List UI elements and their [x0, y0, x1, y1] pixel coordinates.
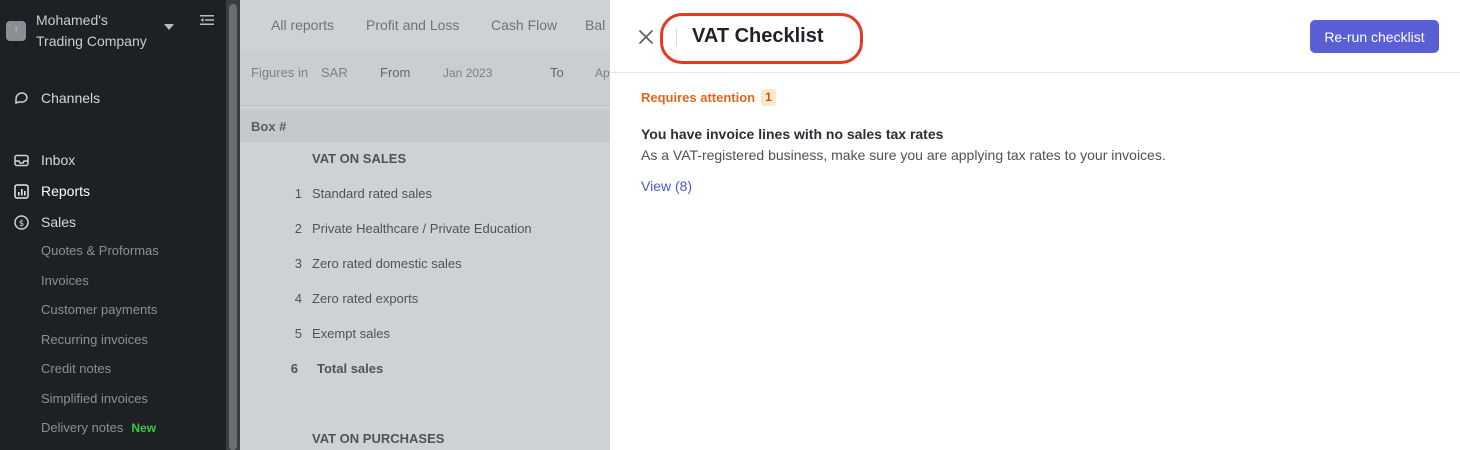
sidebar-subitem-quotes[interactable]: Quotes & Proformas — [41, 241, 159, 261]
collapse-sidebar-icon[interactable] — [199, 12, 215, 28]
sidebar-scrollbar[interactable] — [229, 4, 237, 450]
chevron-down-icon[interactable] — [164, 24, 174, 30]
requires-attention-heading: Requires attention 1 — [641, 89, 776, 106]
company-name: Mohamed's Trading Company — [36, 10, 166, 52]
svg-text:$: $ — [18, 219, 24, 229]
close-icon[interactable] — [637, 28, 655, 46]
channels-icon — [12, 89, 30, 107]
drawer-header: VAT Checklist Re-run checklist — [610, 0, 1460, 73]
sidebar-item-label: Channels — [41, 90, 101, 106]
sidebar: ↑ Mohamed's Trading Company Channels Inb… — [0, 0, 226, 450]
sidebar-subitem-credit-notes[interactable]: Credit notes — [41, 359, 111, 379]
drawer-title: VAT Checklist — [692, 25, 824, 47]
company-switcher[interactable]: ↑ Mohamed's Trading Company — [0, 0, 226, 64]
inbox-icon — [12, 151, 30, 169]
vat-checklist-drawer: VAT Checklist Re-run checklist Requires … — [610, 0, 1460, 450]
sidebar-subitem-label: Delivery notes — [41, 420, 124, 435]
attention-count-badge: 1 — [761, 89, 776, 106]
sidebar-subitem-simplified-invoices[interactable]: Simplified invoices — [41, 389, 148, 409]
sidebar-item-sales[interactable]: $ Sales — [12, 210, 76, 234]
company-logo: ↑ — [6, 21, 26, 41]
attention-label: Requires attention — [641, 90, 756, 105]
dollar-icon: $ — [12, 213, 30, 231]
new-badge: New — [131, 421, 157, 435]
sidebar-subitem-invoices[interactable]: Invoices — [41, 271, 89, 291]
rerun-checklist-button[interactable]: Re-run checklist — [1310, 20, 1439, 53]
sidebar-item-label: Sales — [41, 214, 77, 230]
sidebar-subitem-delivery-notes[interactable]: Delivery notes New — [41, 418, 156, 438]
reports-icon — [12, 182, 30, 200]
sidebar-item-channels[interactable]: Channels — [12, 86, 100, 110]
issue-description: As a VAT-registered business, make sure … — [641, 147, 1166, 163]
sidebar-subitem-recurring-invoices[interactable]: Recurring invoices — [41, 330, 148, 350]
sidebar-subitem-customer-payments[interactable]: Customer payments — [41, 300, 157, 320]
modal-backdrop[interactable] — [240, 0, 610, 450]
view-invoices-link[interactable]: View (8) — [641, 178, 692, 194]
sidebar-item-inbox[interactable]: Inbox — [12, 148, 75, 172]
company-name-line2: Trading Company — [36, 33, 147, 49]
company-name-line1: Mohamed's — [36, 12, 108, 28]
sidebar-item-reports[interactable]: Reports — [12, 179, 90, 203]
issue-title: You have invoice lines with no sales tax… — [641, 126, 944, 142]
sidebar-item-label: Reports — [41, 183, 91, 199]
sidebar-item-label: Inbox — [41, 152, 76, 168]
